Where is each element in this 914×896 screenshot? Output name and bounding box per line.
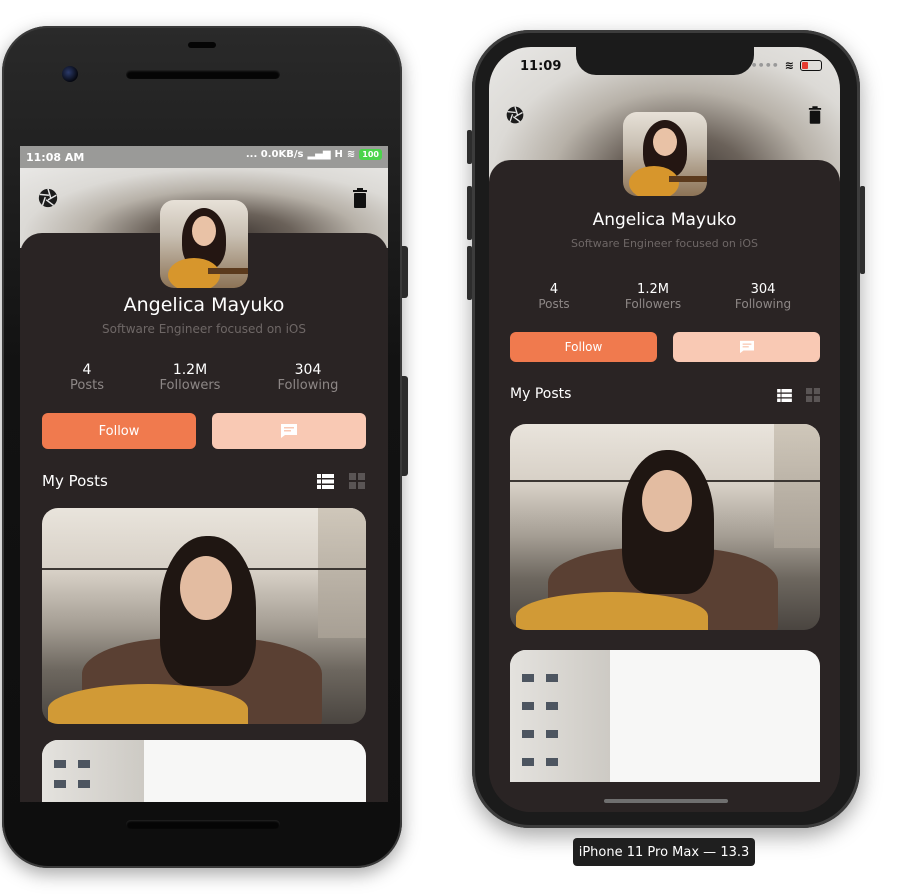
stat-label: Followers [624, 297, 682, 311]
iphone-screen: 11:09 •••• ≋ Angelica Mayuko Software En… [489, 47, 840, 812]
stat-label: Following [277, 378, 339, 393]
side-button [860, 186, 865, 274]
profile-bio: Software Engineer focused on iOS [571, 237, 758, 250]
stat-followers[interactable]: 1.2M Followers [150, 362, 230, 393]
message-button[interactable] [212, 413, 366, 449]
stat-value: 4 [82, 362, 92, 378]
post-image[interactable] [42, 740, 366, 802]
aperture-icon[interactable] [36, 186, 60, 210]
message-icon [281, 424, 297, 438]
profile-bio: Software Engineer focused on iOS [102, 322, 306, 336]
notch [576, 47, 754, 75]
home-indicator[interactable] [604, 799, 728, 803]
stat-label: Following [734, 297, 792, 311]
volume-up-button [467, 186, 472, 240]
volume-down-button [467, 246, 472, 300]
battery-icon [800, 60, 822, 71]
avatar [160, 200, 248, 288]
trash-icon[interactable] [348, 186, 372, 210]
stat-value: 304 [750, 282, 776, 297]
grid-view-icon[interactable] [805, 387, 821, 403]
list-view-icon[interactable] [316, 472, 334, 490]
network-speed: ... 0.0KB/s [245, 149, 304, 160]
post-image[interactable] [510, 650, 820, 782]
aperture-icon[interactable] [503, 103, 527, 127]
section-title: My Posts [42, 472, 108, 490]
stat-followers[interactable]: 1.2M Followers [615, 282, 691, 311]
profile-name: Angelica Mayuko [592, 210, 737, 230]
stat-label: Posts [70, 378, 104, 393]
bottom-speaker [126, 820, 280, 829]
stat-value: 1.2M [172, 362, 208, 378]
wifi-icon: ≋ [346, 149, 356, 160]
proximity-sensor [188, 42, 216, 48]
signal-icon: ▂▄▆ [307, 149, 331, 160]
status-bar: 11:08 AM ... 0.0KB/s ▂▄▆ H ≋ 100 [20, 146, 388, 168]
battery-icon: 100 [359, 149, 382, 160]
status-time: 11:09 [520, 59, 562, 74]
follow-button[interactable]: Follow [42, 413, 196, 449]
post-image[interactable] [510, 424, 820, 630]
power-button [402, 376, 408, 476]
follow-button[interactable]: Follow [510, 332, 657, 362]
stat-following[interactable]: 304 Following [268, 362, 348, 393]
section-title: My Posts [510, 386, 572, 402]
message-button[interactable] [673, 332, 820, 362]
volume-button [402, 246, 408, 298]
network-type: H [334, 149, 343, 160]
grid-view-icon[interactable] [348, 472, 366, 490]
stat-posts[interactable]: 4 Posts [519, 282, 589, 311]
android-device-frame: 11:08 AM ... 0.0KB/s ▂▄▆ H ≋ 100 Angelic… [2, 26, 408, 868]
avatar [623, 112, 707, 196]
stat-posts[interactable]: 4 Posts [52, 362, 122, 393]
mute-switch [467, 130, 472, 164]
stat-value: 4 [549, 282, 559, 297]
trash-icon[interactable] [803, 103, 827, 127]
stat-following[interactable]: 304 Following [725, 282, 801, 311]
status-time: 11:08 AM [26, 150, 85, 164]
stat-value: 304 [294, 362, 322, 378]
post-image[interactable] [42, 508, 366, 724]
iphone-device-frame: 11:09 •••• ≋ Angelica Mayuko Software En… [467, 30, 865, 828]
list-view-icon[interactable] [776, 387, 792, 403]
profile-name: Angelica Mayuko [123, 294, 285, 316]
stat-label: Followers [159, 378, 221, 393]
android-screen: 11:08 AM ... 0.0KB/s ▂▄▆ H ≋ 100 Angelic… [20, 146, 388, 802]
wifi-icon: ≋ [784, 59, 794, 72]
top-speaker [126, 70, 280, 79]
message-icon [739, 340, 754, 354]
signal-icon: •••• [750, 59, 779, 72]
stat-value: 1.2M [637, 282, 669, 297]
front-camera [62, 66, 78, 82]
stat-label: Posts [538, 297, 570, 311]
device-caption: iPhone 11 Pro Max — 13.3 [573, 838, 755, 866]
